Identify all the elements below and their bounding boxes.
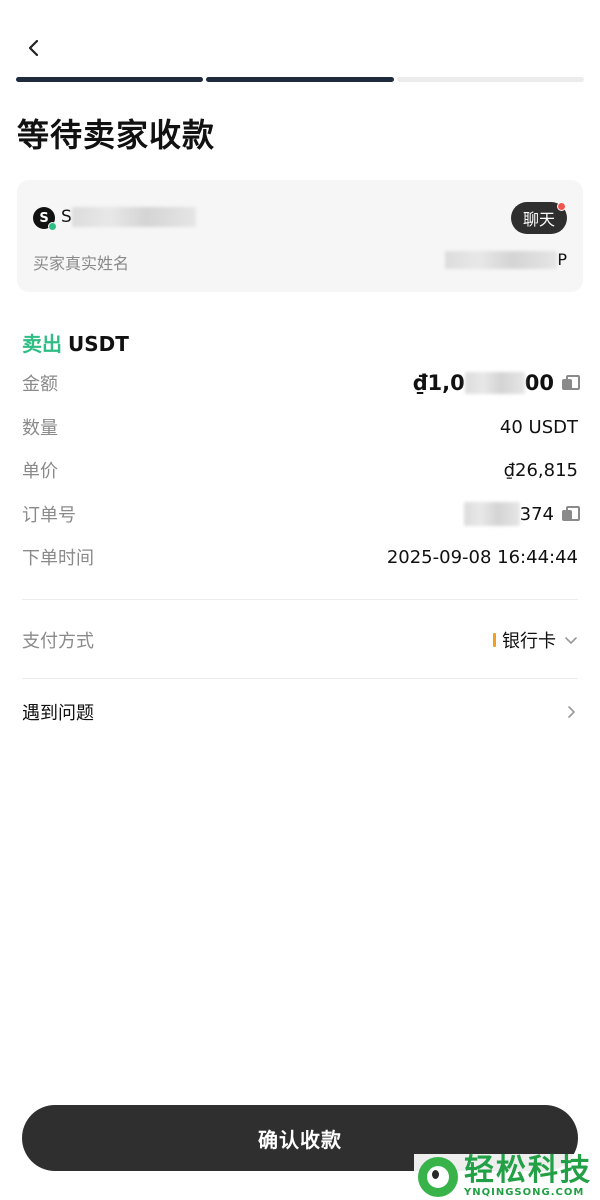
- order-number-suffix: 374: [519, 503, 554, 525]
- page-title: 等待卖家收款: [17, 116, 216, 154]
- order-time-label: 下单时间: [22, 548, 94, 569]
- buyer-real-name-suffix: P: [557, 250, 567, 269]
- buyer-nickname-prefix: S: [61, 207, 72, 227]
- buyer-nickname: S: [61, 207, 196, 227]
- amount-row: 金额 ₫1,0 00: [22, 369, 580, 397]
- watermark-text-cn: 轻松科技: [464, 1153, 592, 1188]
- price-row: 单价 ₫26,815: [22, 456, 578, 484]
- report-issue-row[interactable]: 遇到问题: [22, 697, 578, 727]
- online-status-dot: [48, 222, 57, 231]
- chevron-right-icon: [568, 706, 575, 718]
- avatar[interactable]: S: [33, 207, 57, 231]
- watermark: 轻松科技 YNQINGSONG.COM: [414, 1154, 600, 1200]
- chevron-down-icon: [565, 637, 577, 644]
- redacted-nickname: [71, 207, 196, 227]
- divider: [22, 599, 578, 600]
- amount-value: ₫1,0 00: [412, 371, 580, 395]
- back-button[interactable]: [18, 32, 50, 64]
- order-number-label: 订单号: [22, 505, 76, 526]
- order-side-heading: 卖出 USDT: [22, 328, 129, 357]
- unread-badge-dot: [557, 202, 566, 211]
- amount-value-suffix: 00: [524, 371, 554, 395]
- order-time-value: 2025-09-08 16:44:44: [386, 546, 578, 568]
- progress-step-3: [396, 77, 584, 82]
- redacted-order-number: [463, 502, 520, 526]
- price-label: 单价: [22, 461, 58, 482]
- redacted-real-name: [445, 250, 558, 269]
- divider: [22, 678, 578, 679]
- payment-method-value: 银行卡: [493, 627, 578, 653]
- progress-bar: [16, 77, 584, 83]
- order-time-row: 下单时间 2025-09-08 16:44:44: [22, 543, 578, 571]
- watermark-text-en: YNQINGSONG.COM: [464, 1187, 585, 1198]
- amount-label: 金额: [22, 374, 58, 395]
- quantity-label: 数量: [22, 418, 58, 439]
- chat-button[interactable]: 聊天: [510, 202, 567, 234]
- progress-step-1: [16, 77, 204, 82]
- report-issue-label: 遇到问题: [22, 703, 94, 724]
- quantity-row: 数量 40 USDT: [22, 413, 578, 441]
- payment-method-name: 银行卡: [502, 631, 556, 652]
- order-number-value: 374: [463, 502, 580, 526]
- buyer-real-name-label: 买家真实姓名: [33, 254, 130, 273]
- watermark-text: 轻松科技 YNQINGSONG.COM: [464, 1156, 592, 1198]
- watermark-logo-icon: [418, 1157, 458, 1197]
- copy-icon[interactable]: [562, 506, 580, 522]
- quantity-value: 40 USDT: [499, 416, 578, 438]
- chat-button-label: 聊天: [522, 210, 555, 229]
- order-side-label: 卖出: [22, 332, 62, 356]
- price-value: ₫26,815: [503, 459, 578, 481]
- progress-step-2: [206, 77, 394, 82]
- order-number-row: 订单号 374: [22, 500, 580, 528]
- redacted-amount: [464, 372, 525, 394]
- chevron-left-icon: [28, 39, 39, 57]
- copy-icon[interactable]: [562, 375, 580, 391]
- payment-method-row[interactable]: 支付方式 银行卡: [22, 625, 578, 655]
- payment-method-color-bar: [493, 633, 496, 647]
- order-coin-label: USDT: [68, 332, 129, 356]
- buyer-real-name-value: P: [445, 250, 567, 269]
- payment-method-label: 支付方式: [22, 631, 94, 652]
- buyer-card: S S 聊天 买家真实姓名 P: [17, 180, 583, 292]
- confirm-payment-button-label: 确认收款: [258, 1127, 342, 1152]
- amount-value-prefix: ₫1,0: [412, 371, 465, 395]
- avatar-letter: S: [39, 210, 49, 226]
